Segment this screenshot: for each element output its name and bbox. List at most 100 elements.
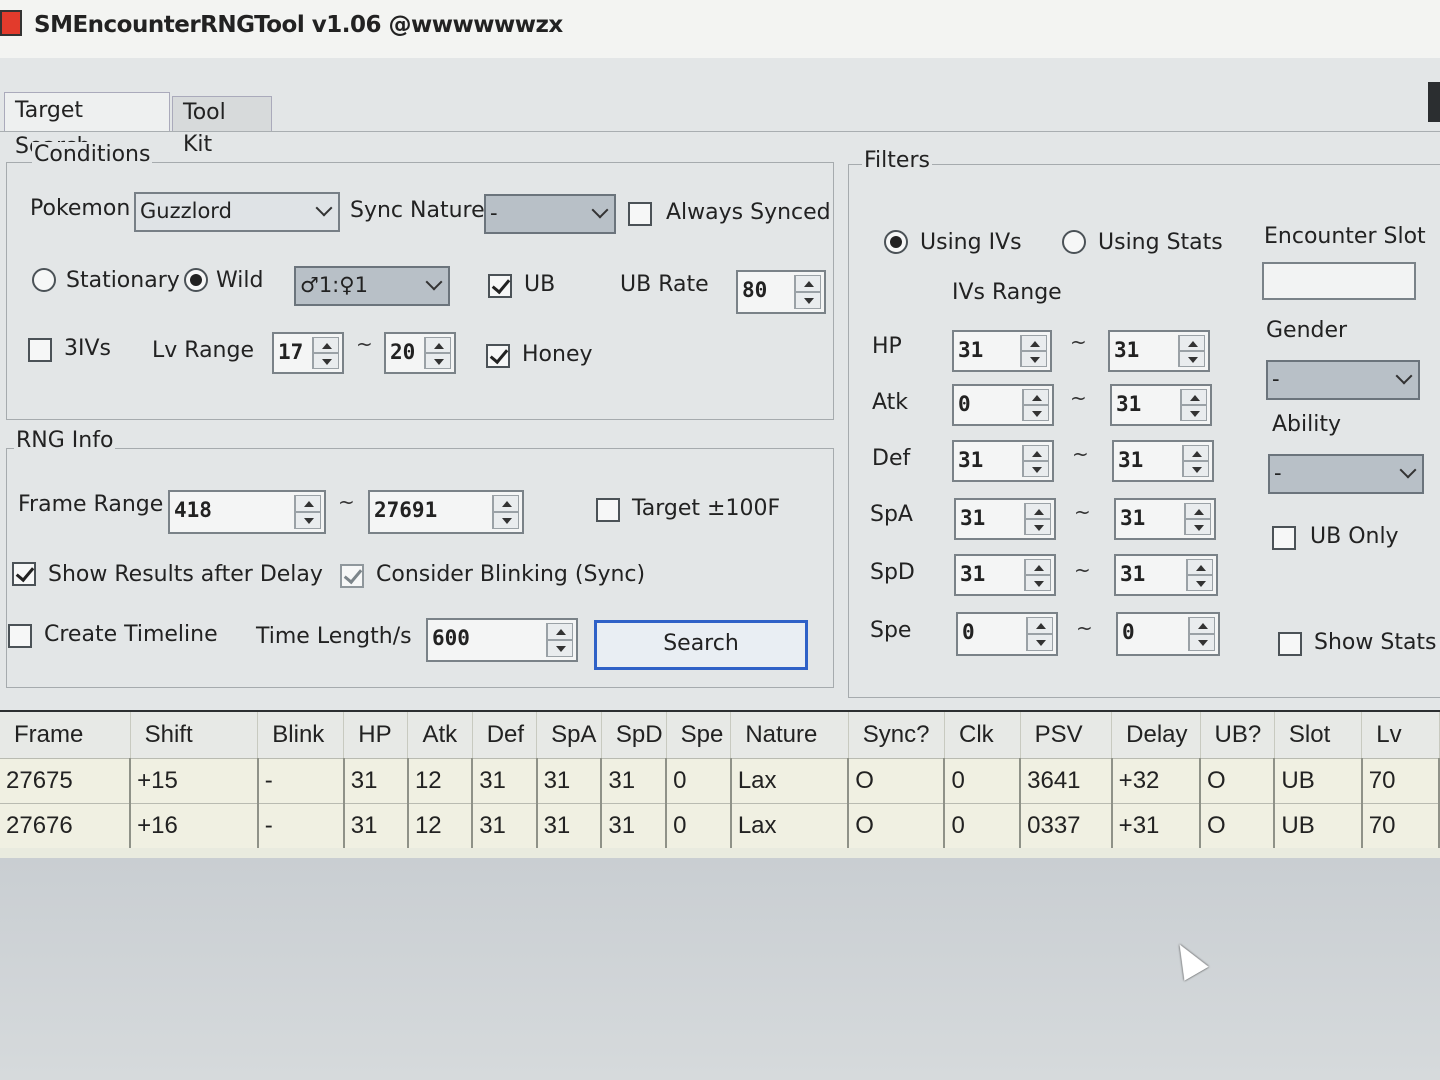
arrow-down-icon[interactable] bbox=[1025, 519, 1051, 535]
col-frame[interactable]: Frame bbox=[0, 712, 131, 759]
spinner-buttons[interactable] bbox=[546, 623, 573, 657]
atk-max-spinner[interactable]: 31 bbox=[1110, 384, 1212, 426]
arrow-up-icon[interactable] bbox=[795, 275, 821, 292]
spinner-buttons[interactable] bbox=[1022, 389, 1049, 421]
arrow-up-icon[interactable] bbox=[1027, 617, 1053, 634]
spinner-buttons[interactable] bbox=[1026, 617, 1053, 651]
tab-target-search[interactable]: Target Search bbox=[4, 92, 170, 159]
arrow-down-icon[interactable] bbox=[425, 353, 451, 369]
target-checkbox[interactable] bbox=[596, 498, 620, 522]
spe-max-spinner[interactable]: 0 bbox=[1116, 612, 1220, 656]
spa-min-spinner[interactable]: 31 bbox=[954, 498, 1056, 540]
using-stats-radio[interactable] bbox=[1062, 230, 1086, 254]
spe-min-spinner[interactable]: 0 bbox=[956, 612, 1058, 656]
arrow-up-icon[interactable] bbox=[1025, 503, 1051, 519]
arrow-down-icon[interactable] bbox=[1179, 351, 1205, 367]
spinner-buttons[interactable] bbox=[424, 337, 451, 369]
honey-checkbox[interactable] bbox=[486, 344, 510, 368]
wild-radio[interactable] bbox=[184, 268, 208, 292]
arrow-up-icon[interactable] bbox=[1179, 335, 1205, 351]
col-atk[interactable]: Atk bbox=[407, 712, 473, 759]
arrow-up-icon[interactable] bbox=[313, 337, 339, 353]
table-row[interactable]: 27676 +16 - 31 12 31 31 31 0 Lax O 0 033… bbox=[0, 803, 1440, 848]
arrow-up-icon[interactable] bbox=[547, 623, 573, 640]
spinner-buttons[interactable] bbox=[1180, 389, 1207, 421]
spinner-buttons[interactable] bbox=[1024, 559, 1051, 591]
table-row[interactable]: 27675 +15 - 31 12 31 31 31 0 Lax O 0 364… bbox=[0, 758, 1440, 804]
three-ivs-checkbox[interactable] bbox=[28, 338, 52, 362]
col-def[interactable]: Def bbox=[472, 712, 538, 759]
arrow-up-icon[interactable] bbox=[1181, 389, 1207, 405]
col-shift[interactable]: Shift bbox=[130, 712, 259, 759]
arrow-up-icon[interactable] bbox=[1023, 445, 1049, 461]
spinner-buttons[interactable] bbox=[312, 337, 339, 369]
lv-min-spinner[interactable]: 17 bbox=[272, 332, 344, 374]
arrow-up-icon[interactable] bbox=[1185, 503, 1211, 519]
hp-min-spinner[interactable]: 31 bbox=[952, 330, 1052, 372]
arrow-down-icon[interactable] bbox=[1181, 405, 1207, 421]
spinner-buttons[interactable] bbox=[1178, 335, 1205, 367]
spinner-buttons[interactable] bbox=[294, 495, 321, 529]
spinner-buttons[interactable] bbox=[1022, 445, 1049, 477]
arrow-up-icon[interactable] bbox=[1189, 617, 1215, 634]
ub-only-checkbox[interactable] bbox=[1272, 526, 1296, 550]
spinner-buttons[interactable] bbox=[492, 495, 519, 529]
arrow-down-icon[interactable] bbox=[795, 292, 821, 309]
frame-min-spinner[interactable]: 418 bbox=[168, 490, 326, 534]
using-ivs-radio[interactable] bbox=[884, 230, 908, 254]
arrow-up-icon[interactable] bbox=[1025, 559, 1051, 575]
results-table[interactable]: Frame Shift Blink HP Atk Def SpA SpD Spe… bbox=[0, 712, 1440, 848]
arrow-down-icon[interactable] bbox=[1025, 575, 1051, 591]
arrow-down-icon[interactable] bbox=[313, 353, 339, 369]
spinner-buttons[interactable] bbox=[1182, 445, 1209, 477]
col-ub[interactable]: UB? bbox=[1200, 712, 1275, 759]
col-hp[interactable]: HP bbox=[343, 712, 409, 759]
search-button[interactable]: Search bbox=[594, 620, 808, 670]
spinner-buttons[interactable] bbox=[1020, 335, 1047, 367]
show-results-checkbox[interactable] bbox=[12, 562, 36, 586]
arrow-down-icon[interactable] bbox=[1185, 519, 1211, 535]
spa-max-spinner[interactable]: 31 bbox=[1114, 498, 1216, 540]
ub-rate-spinner[interactable]: 80 bbox=[736, 270, 826, 314]
def-max-spinner[interactable]: 31 bbox=[1112, 440, 1214, 482]
col-clk[interactable]: Clk bbox=[944, 712, 1021, 759]
arrow-up-icon[interactable] bbox=[295, 495, 321, 512]
arrow-up-icon[interactable] bbox=[493, 495, 519, 512]
col-spd[interactable]: SpD bbox=[601, 712, 667, 759]
col-spe[interactable]: Spe bbox=[666, 712, 732, 759]
col-nature[interactable]: Nature bbox=[730, 712, 849, 759]
arrow-down-icon[interactable] bbox=[1023, 405, 1049, 421]
tab-tool-kit[interactable]: Tool Kit bbox=[172, 96, 272, 157]
arrow-down-icon[interactable] bbox=[493, 512, 519, 529]
scrollbar-stub[interactable] bbox=[1428, 82, 1440, 122]
gender-select[interactable]: - bbox=[1266, 360, 1420, 400]
arrow-up-icon[interactable] bbox=[425, 337, 451, 353]
col-blink[interactable]: Blink bbox=[257, 712, 345, 759]
arrow-down-icon[interactable] bbox=[1021, 351, 1047, 367]
arrow-down-icon[interactable] bbox=[1189, 634, 1215, 651]
arrow-up-icon[interactable] bbox=[1023, 389, 1049, 405]
arrow-up-icon[interactable] bbox=[1021, 335, 1047, 351]
stationary-radio[interactable] bbox=[32, 268, 56, 292]
lv-max-spinner[interactable]: 20 bbox=[384, 332, 456, 374]
time-length-spinner[interactable]: 600 bbox=[426, 618, 578, 662]
show-stats-checkbox[interactable] bbox=[1278, 632, 1302, 656]
spinner-buttons[interactable] bbox=[1024, 503, 1051, 535]
spinner-buttons[interactable] bbox=[794, 275, 821, 309]
create-timeline-checkbox[interactable] bbox=[8, 624, 32, 648]
arrow-down-icon[interactable] bbox=[1187, 575, 1213, 591]
arrow-down-icon[interactable] bbox=[295, 512, 321, 529]
col-spa[interactable]: SpA bbox=[536, 712, 602, 759]
col-lv[interactable]: Lv bbox=[1361, 712, 1440, 759]
col-delay[interactable]: Delay bbox=[1111, 712, 1201, 759]
hp-max-spinner[interactable]: 31 bbox=[1108, 330, 1210, 372]
sync-nature-select[interactable]: - bbox=[484, 194, 616, 234]
arrow-down-icon[interactable] bbox=[1023, 461, 1049, 477]
frame-max-spinner[interactable]: 27691 bbox=[368, 490, 524, 534]
arrow-down-icon[interactable] bbox=[547, 640, 573, 657]
col-sync[interactable]: Sync? bbox=[848, 712, 945, 759]
col-slot[interactable]: Slot bbox=[1274, 712, 1363, 759]
spd-min-spinner[interactable]: 31 bbox=[954, 554, 1056, 596]
always-synced-checkbox[interactable] bbox=[628, 202, 652, 226]
ability-select[interactable]: - bbox=[1268, 454, 1424, 494]
